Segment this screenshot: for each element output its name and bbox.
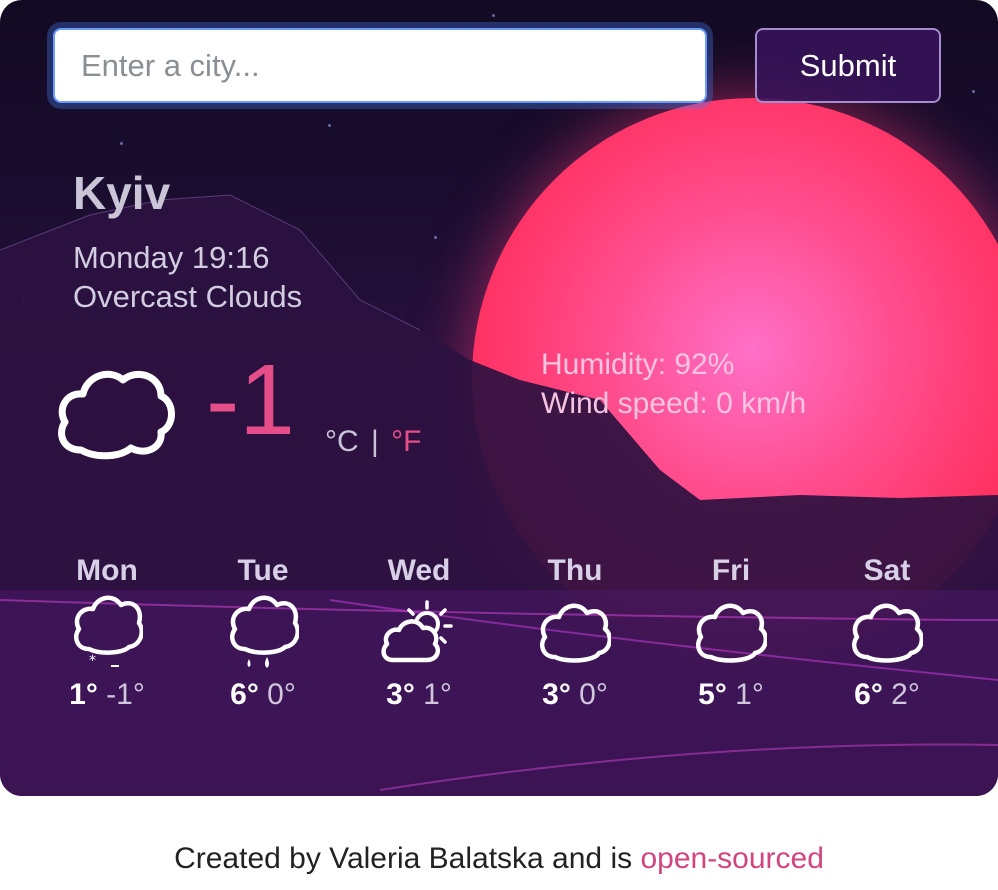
cloud-icon [817, 588, 957, 678]
open-source-link[interactable]: open-sourced [640, 842, 823, 875]
forecast-min: 0° [267, 678, 296, 711]
forecast-max: 3° [386, 678, 415, 711]
city-search-input[interactable] [53, 28, 707, 103]
forecast-day: Fri 5° 1° [661, 554, 801, 712]
forecast-day: Sat 6° 2° [817, 554, 957, 712]
city-name: Kyiv [73, 167, 171, 219]
rain-icon [193, 588, 333, 678]
unit-switcher: °C | °F [325, 425, 421, 459]
footer-text: Created by Valeria Balatska and is [174, 842, 633, 875]
forecast-day: Mon * 1° -1° [37, 554, 177, 712]
submit-button[interactable]: Submit [755, 28, 941, 103]
forecast-day: Thu 3° 0° [505, 554, 645, 712]
forecast-max: 3° [542, 678, 571, 711]
forecast-max: 6° [230, 678, 259, 711]
date-time: Monday 19:16 [73, 240, 270, 275]
cloud-icon [505, 588, 645, 678]
partly-sunny-icon [349, 588, 489, 678]
forecast-max: 5° [698, 678, 727, 711]
forecast-max: 1° [69, 678, 98, 711]
forecast-temps: 3° 0° [505, 678, 645, 712]
humidity: Humidity: 92% [541, 348, 735, 381]
forecast-min: 1° [423, 678, 452, 711]
forecast-day-name: Thu [547, 554, 603, 587]
forecast-min: 1° [735, 678, 764, 711]
cloud-icon [53, 360, 177, 469]
fahrenheit-link[interactable]: °F [391, 425, 421, 458]
forecast-day: Tue 6° 0° [193, 554, 333, 712]
forecast-temps: 6° 2° [817, 678, 957, 712]
forecast-min: -1° [106, 678, 145, 711]
forecast-temps: 5° 1° [661, 678, 801, 712]
forecast-day-name: Fri [711, 554, 751, 587]
svg-text:*: * [89, 653, 96, 669]
forecast-day-name: Tue [237, 554, 289, 587]
forecast-day-name: Wed [387, 554, 451, 587]
forecast-temps: 1° -1° [37, 678, 177, 712]
forecast-temps: 3° 1° [349, 678, 489, 712]
forecast-temps: 6° 0° [193, 678, 333, 712]
forecast-min: 0° [579, 678, 608, 711]
footer: Created by Valeria Balatska and is open-… [0, 842, 998, 876]
weather-card: Submit Kyiv Monday 19:16 Overcast Clouds… [0, 0, 998, 796]
weather-description: Overcast Clouds [73, 279, 303, 314]
snow-icon: * [37, 588, 177, 678]
current-temperature: -1 [206, 344, 295, 456]
celsius-link[interactable]: °C [325, 425, 359, 458]
forecast-day: Wed 3° 1° [349, 554, 489, 712]
forecast-day-name: Sat [863, 554, 911, 587]
wind-speed: Wind speed: 0 km/h [541, 387, 807, 420]
forecast-min: 2° [891, 678, 920, 711]
forecast-day-name: Mon [76, 554, 138, 587]
forecast-max: 6° [854, 678, 883, 711]
unit-separator: | [371, 425, 379, 458]
cloud-icon [661, 588, 801, 678]
